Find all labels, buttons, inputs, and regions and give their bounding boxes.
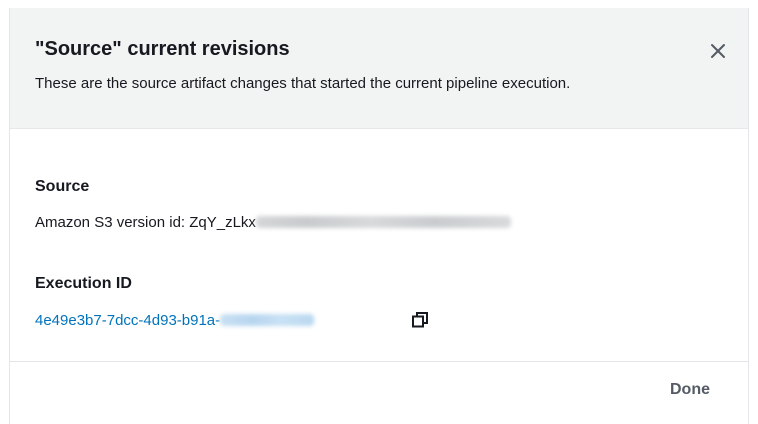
- modal-header: "Source" current revisions These are the…: [10, 8, 748, 129]
- source-value: Amazon S3 version id: ZqY_zLkx: [35, 214, 511, 231]
- done-button[interactable]: Done: [670, 381, 710, 399]
- revisions-modal: "Source" current revisions These are the…: [9, 8, 749, 424]
- execution-id-text: 4e49e3b7-7dcc-4d93-b91a-: [35, 312, 221, 329]
- footer-divider: [10, 361, 748, 362]
- source-label: Source: [35, 178, 90, 195]
- copy-execution-id-button[interactable]: [410, 310, 430, 330]
- source-value-text: Amazon S3 version id: ZqY_zLkx: [35, 214, 256, 231]
- copy-icon: [412, 312, 428, 328]
- modal-subtitle: These are the source artifact changes th…: [35, 75, 571, 92]
- execution-id-link[interactable]: 4e49e3b7-7dcc-4d93-b91a-: [35, 312, 315, 329]
- redacted-execution-id: [220, 314, 315, 327]
- redacted-source-id: [255, 216, 511, 229]
- modal-title: "Source" current revisions: [35, 38, 290, 60]
- execution-id-label: Execution ID: [35, 275, 132, 292]
- close-button[interactable]: [708, 41, 728, 61]
- close-icon: [711, 44, 725, 58]
